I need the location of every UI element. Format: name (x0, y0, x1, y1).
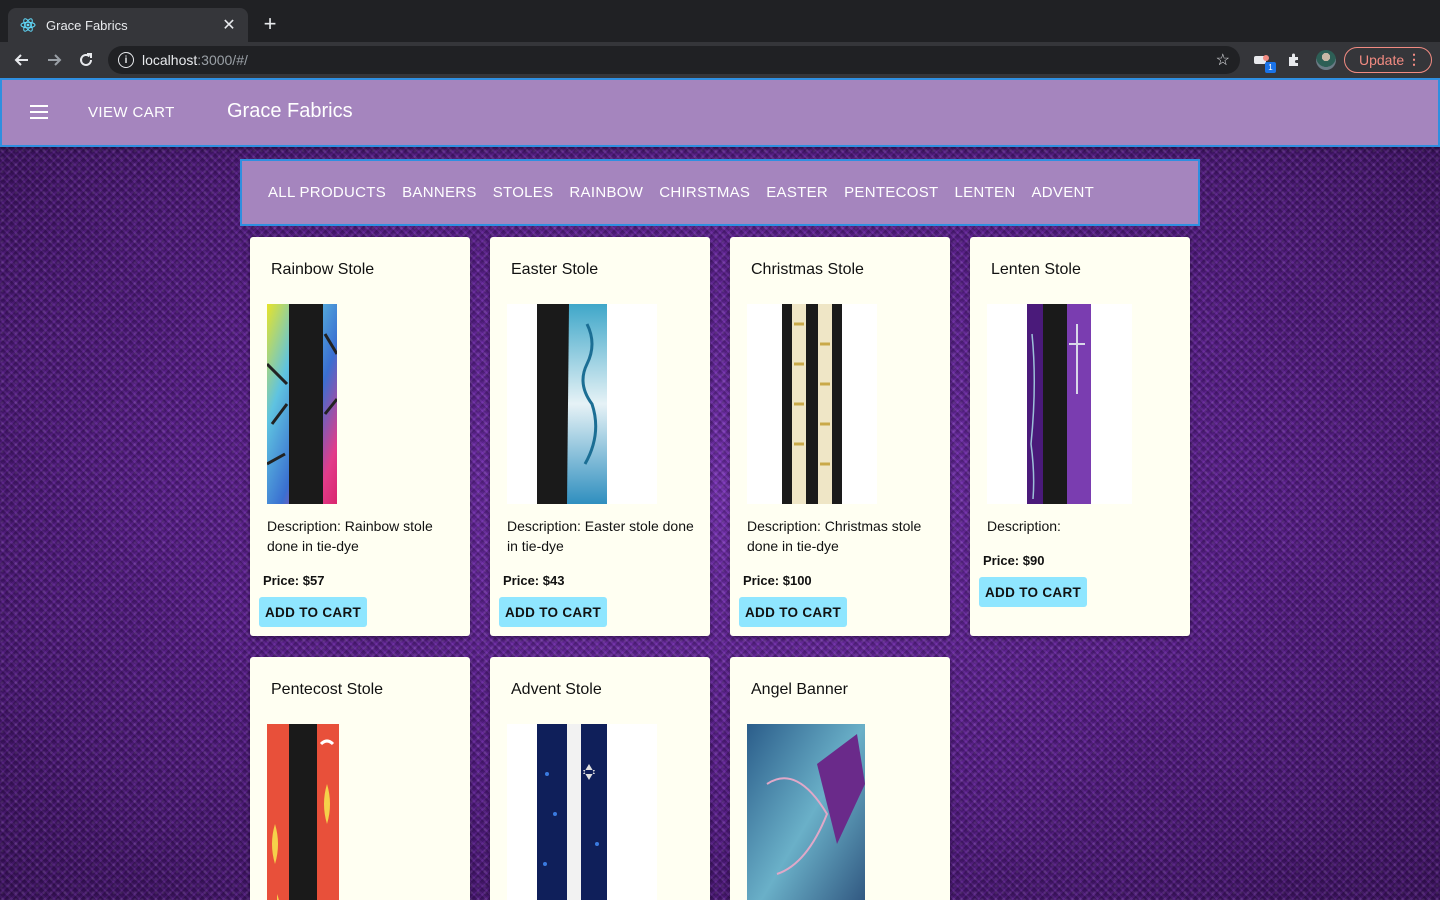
product-image[interactable] (507, 304, 657, 504)
add-to-cart-button[interactable]: ADD TO CART (739, 597, 848, 627)
product-title: Rainbow Stole (271, 261, 375, 278)
category-christmas[interactable]: CHIRSTMAS (659, 184, 750, 201)
menu-dots-icon[interactable]: ⋮ (1407, 51, 1421, 68)
product-title: Advent Stole (511, 681, 602, 698)
product-card-rainbow: Rainbow Stole Description: Rainbow stole… (250, 237, 470, 636)
update-label: Update (1359, 52, 1405, 68)
category-easter[interactable]: EASTER (766, 184, 828, 201)
product-title: Easter Stole (511, 261, 599, 278)
product-card-pentecost: Pentecost Stole (250, 657, 470, 900)
product-card-easter: Easter Stole Description: Easter stole d… (490, 237, 710, 636)
category-advent[interactable]: ADVENT (1031, 184, 1094, 201)
product-price: Price: $57 (263, 573, 325, 588)
category-banners[interactable]: BANNERS (402, 184, 477, 201)
new-tab-icon[interactable]: + (258, 11, 282, 36)
react-favicon-icon (20, 17, 36, 33)
product-description: Description: Christmas stole done in tie… (747, 518, 922, 554)
category-rainbow[interactable]: RAINBOW (569, 184, 643, 201)
product-price: Price: $90 (983, 553, 1045, 568)
product-card-advent: Advent Stole (490, 657, 710, 900)
hamburger-menu-icon[interactable] (30, 104, 48, 120)
app-bar: VIEW CART Grace Fabrics (0, 78, 1440, 147)
browser-toolbar: i localhost:3000/#/ ☆ 1 (0, 42, 1440, 78)
browser-tabstrip: Grace Fabrics ✕ + (0, 0, 1440, 42)
url-host: localhost (142, 52, 198, 68)
product-image[interactable] (507, 724, 657, 900)
add-to-cart-button[interactable]: ADD TO CART (499, 597, 608, 627)
category-lenten[interactable]: LENTEN (954, 184, 1015, 201)
add-to-cart-button[interactable]: ADD TO CART (979, 577, 1088, 607)
add-to-cart-button[interactable]: ADD TO CART (259, 597, 368, 627)
product-price: Price: $43 (503, 573, 565, 588)
product-description: Description: Rainbow stole done in tie-d… (267, 518, 433, 554)
product-price: Price: $100 (743, 573, 812, 588)
browser-tab[interactable]: Grace Fabrics ✕ (8, 8, 248, 42)
product-image[interactable] (987, 304, 1132, 504)
category-stoles[interactable]: STOLES (493, 184, 554, 201)
product-image[interactable] (747, 304, 877, 504)
product-title: Angel Banner (751, 681, 848, 698)
forward-arrow-icon[interactable] (42, 48, 66, 72)
bookmark-star-icon[interactable]: ☆ (1216, 50, 1230, 70)
product-title: Christmas Stole (751, 261, 864, 278)
product-card-lenten: Lenten Stole Description: Price: $90 ADD… (970, 237, 1190, 636)
product-image[interactable] (267, 724, 417, 900)
page-body: VIEW CART Grace Fabrics ALL PRODUCTS BAN… (0, 78, 1440, 900)
product-card-angel-banner: Angel Banner (730, 657, 950, 900)
site-info-icon[interactable]: i (118, 52, 134, 68)
update-button[interactable]: Update ⋮ (1344, 47, 1432, 73)
url-path: :3000/#/ (197, 52, 248, 68)
category-all-products[interactable]: ALL PRODUCTS (268, 184, 386, 201)
address-bar[interactable]: i localhost:3000/#/ ☆ (108, 46, 1240, 74)
tab-title: Grace Fabrics (46, 17, 128, 33)
category-pentecost[interactable]: PENTECOST (844, 184, 938, 201)
extension-badge: 1 (1265, 62, 1276, 73)
app-title: Grace Fabrics (227, 100, 353, 122)
close-tab-icon[interactable]: ✕ (220, 16, 238, 34)
extension-icon[interactable]: 1 (1252, 50, 1276, 73)
product-title: Pentecost Stole (271, 681, 384, 698)
product-title: Lenten Stole (991, 261, 1081, 278)
product-image[interactable] (267, 304, 417, 504)
reload-icon[interactable] (74, 48, 98, 72)
product-image[interactable] (747, 724, 897, 900)
product-description: Description: (987, 518, 1061, 534)
view-cart-button[interactable]: VIEW CART (88, 104, 175, 121)
puzzle-extensions-icon[interactable] (1284, 50, 1304, 70)
product-description: Description: Easter stole done in tie-dy… (507, 518, 694, 554)
category-nav: ALL PRODUCTS BANNERS STOLES RAINBOW CHIR… (240, 159, 1200, 226)
product-card-christmas: Christmas Stole Description: Christmas s… (730, 237, 950, 636)
back-arrow-icon[interactable] (10, 48, 34, 72)
profile-avatar[interactable] (1316, 50, 1336, 70)
